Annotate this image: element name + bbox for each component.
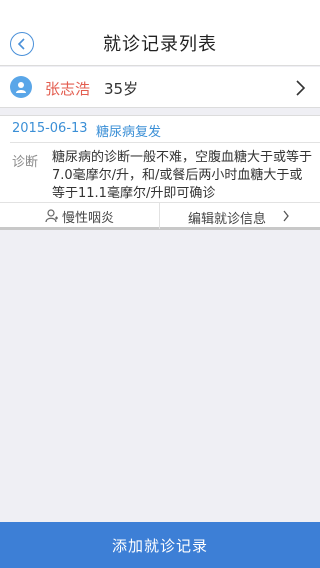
top-header: 就诊记录列表 bbox=[0, 0, 320, 66]
diagnosis-text: 糖尿病的诊断一般不难，空腹血糖大于或等于7.0毫摩尔/升，和/或餐后两小时血糖大… bbox=[52, 150, 313, 201]
divider bbox=[10, 142, 320, 143]
page-title: 就诊记录列表 bbox=[103, 34, 217, 55]
record-date: 2015-06-13 bbox=[12, 121, 88, 136]
chevron-right-icon bbox=[296, 80, 306, 96]
patient-name: 张志浩 bbox=[45, 80, 91, 98]
edit-visit-label: 编辑就诊信息 bbox=[188, 212, 267, 227]
user-avatar-icon bbox=[10, 76, 32, 98]
record-disease: 糖尿病复发 bbox=[96, 125, 162, 140]
record-actions: 慢性咽炎 编辑就诊信息 bbox=[0, 202, 320, 229]
add-visit-record-button[interactable]: 添加就诊记录 bbox=[0, 522, 320, 568]
edit-visit-button[interactable]: 编辑就诊信息 bbox=[160, 203, 320, 229]
patient-info-bar[interactable]: 张志浩 35岁 bbox=[0, 67, 320, 108]
patient-age: 35岁 bbox=[104, 80, 139, 98]
chronic-disease-button[interactable]: 慢性咽炎 bbox=[0, 203, 159, 229]
add-visit-record-label: 添加就诊记录 bbox=[111, 536, 208, 555]
visit-record-card[interactable]: 2015-06-13 糖尿病复发 诊断 糖尿病的诊断一般不难，空腹血糖大于或等于… bbox=[0, 115, 320, 230]
diagnosis-label: 诊断 bbox=[12, 155, 39, 170]
chronic-disease-label: 慢性咽炎 bbox=[61, 210, 114, 226]
chevron-right-icon bbox=[283, 210, 289, 222]
person-icon bbox=[45, 209, 58, 223]
